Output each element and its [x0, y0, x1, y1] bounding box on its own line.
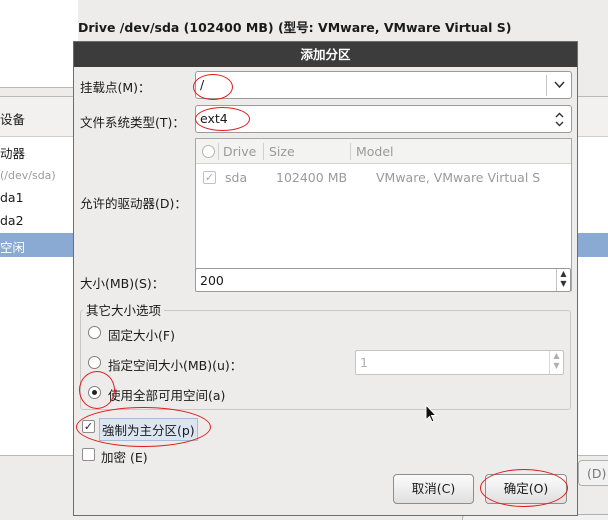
up-to-size-spinbox[interactable]: 1 ▲ ▼	[355, 350, 564, 375]
fixed-size-label[interactable]: 固定大小(F)	[108, 325, 175, 344]
encrypt-label[interactable]: 加密 (E)	[101, 447, 148, 466]
ok-button[interactable]: 确定(O)	[485, 474, 567, 504]
partition-graph-area	[0, 0, 78, 88]
column-header-size[interactable]: Size	[269, 144, 295, 159]
force-primary-checkbox[interactable]: ✓	[82, 420, 95, 433]
size-value[interactable]: 200	[200, 273, 224, 288]
drives-list-header: Drive Size Model	[196, 139, 571, 164]
device-tree-row[interactable]: 动器	[0, 143, 25, 162]
size-spinbox[interactable]: 200 ▲ ▼	[195, 268, 571, 292]
drive-size: 102400 MB	[276, 170, 348, 185]
device-tree-row[interactable]: da2	[0, 213, 24, 228]
add-partition-dialog: 添加分区 挂载点(M)： / 文件系统类型(T)： ext4 允许的驱动器(D)…	[73, 41, 578, 516]
allowed-drives-label: 允许的驱动器(D)：	[80, 196, 187, 211]
select-all-radio-icon	[202, 145, 215, 158]
fill-all-space-label[interactable]: 使用全部可用空间(a)	[108, 385, 225, 404]
spin-arrows-icon[interactable]: ▲ ▼	[549, 351, 563, 374]
fs-type-combo[interactable]: ext4	[195, 105, 572, 133]
drive-name: sda	[225, 170, 248, 185]
chevron-down-icon[interactable]	[554, 77, 565, 96]
mouse-cursor-icon	[425, 403, 438, 427]
device-tree-row[interactable]: (/dev/sda)	[0, 169, 56, 182]
device-tree-row[interactable]: da1	[0, 190, 24, 205]
device-tree-header-label: 设备	[0, 112, 26, 127]
column-header-model[interactable]: Model	[356, 144, 394, 159]
up-to-size-value[interactable]: 1	[360, 355, 368, 370]
spin-arrows-icon[interactable]: ▲ ▼	[556, 269, 570, 291]
dialog-title: 添加分区	[74, 42, 577, 67]
chevron-up-down-icon[interactable]	[554, 111, 565, 131]
column-separator	[350, 143, 351, 160]
column-header-drive[interactable]: Drive	[223, 144, 256, 159]
mount-point-combo[interactable]: /	[195, 71, 572, 99]
encrypt-checkbox[interactable]	[82, 448, 95, 461]
column-separator	[263, 143, 264, 160]
size-label: 大小(MB)(S)：	[80, 276, 165, 291]
up-to-size-label[interactable]: 指定空间大小(MB)(u)：	[108, 355, 242, 374]
fixed-size-radio[interactable]	[88, 326, 101, 339]
drive-model: VMware, VMware Virtual S	[376, 170, 541, 185]
combo-separator	[546, 75, 547, 96]
mount-point-label: 挂载点(M)：	[80, 80, 151, 95]
device-tree-row-free[interactable]: 空闲	[0, 237, 25, 256]
mount-point-value[interactable]: /	[200, 77, 204, 92]
fill-all-space-radio[interactable]	[88, 386, 101, 399]
column-separator	[218, 143, 219, 160]
force-primary-label[interactable]: 強制为主分区(p)	[99, 418, 198, 441]
drive-sda-checkbox[interactable]: ✓	[203, 171, 216, 184]
drive-title: Drive /dev/sda (102400 MB) (型号: VMware, …	[78, 20, 512, 35]
background-delete-button[interactable]: (D)	[578, 460, 608, 486]
cancel-button[interactable]: 取消(C)	[393, 474, 474, 504]
size-options-title: 其它大小选项	[83, 300, 165, 319]
fs-type-value[interactable]: ext4	[200, 111, 228, 126]
fs-type-label: 文件系统类型(T)：	[80, 115, 185, 130]
up-to-size-radio[interactable]	[88, 356, 101, 369]
